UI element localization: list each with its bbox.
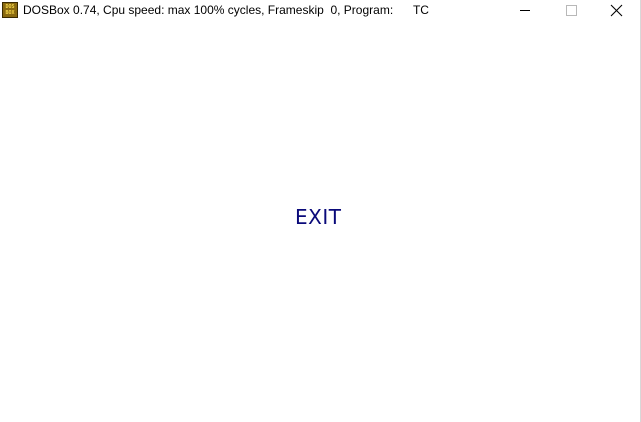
maximize-icon [566,5,577,16]
minimize-icon [520,10,530,11]
dosbox-window: DOS BOX DOSBox 0.74, Cpu speed: max 100% … [0,0,641,422]
maximize-button[interactable] [548,0,594,21]
close-icon [610,4,623,17]
dos-screen[interactable]: EXIT [0,21,640,422]
close-button[interactable] [594,0,640,21]
dosbox-app-icon[interactable]: DOS BOX [2,2,18,18]
exit-text: EXIT [295,205,342,229]
minimize-button[interactable] [502,0,548,21]
window-title: DOSBox 0.74, Cpu speed: max 100% cycles,… [23,3,429,17]
title-bar[interactable]: DOS BOX DOSBox 0.74, Cpu speed: max 100% … [0,0,640,21]
